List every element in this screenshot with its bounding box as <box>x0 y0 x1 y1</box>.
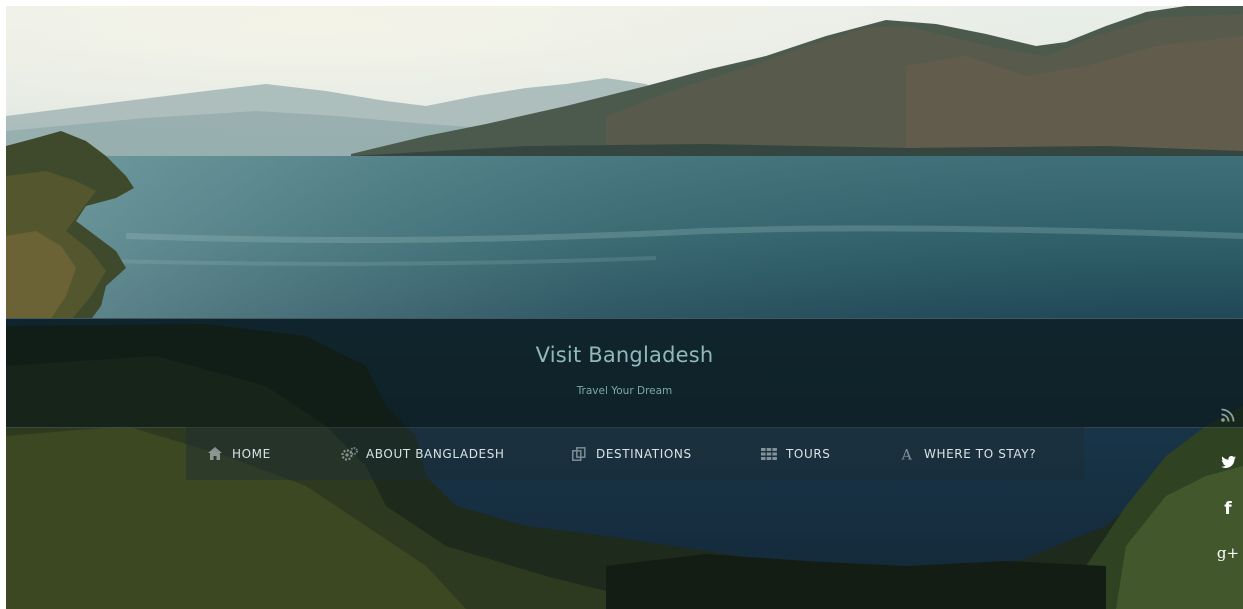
copy-icon <box>570 446 588 461</box>
nav-label-where-to-stay: WHERE TO STAY? <box>924 446 1037 461</box>
twitter-icon[interactable] <box>1217 451 1239 473</box>
google-plus-icon[interactable]: g+ <box>1217 542 1239 564</box>
nav-item-destinations[interactable]: DESTINATIONS <box>570 427 692 480</box>
home-icon <box>206 447 224 461</box>
nav-item-home[interactable]: HOME <box>206 427 271 480</box>
nav-label-destinations: DESTINATIONS <box>596 446 692 461</box>
nav-label-about-bangladesh: ABOUT BANGLADESH <box>366 446 505 461</box>
main-nav: HOME ABOUT BANGLADESH DESTINATIONS TOURS… <box>186 427 1084 480</box>
page-frame: Visit Bangladesh Travel Your Dream HOME … <box>6 6 1243 609</box>
svg-text:A: A <box>901 447 913 461</box>
site-title[interactable]: Visit Bangladesh <box>6 343 1243 367</box>
gears-icon <box>340 446 358 461</box>
font-icon: A <box>898 447 916 461</box>
background-lake-photo <box>6 6 1243 609</box>
nav-item-about-bangladesh[interactable]: ABOUT BANGLADESH <box>340 427 505 480</box>
rss-icon[interactable] <box>1217 404 1239 426</box>
grid-icon <box>760 447 778 461</box>
site-header-band: Visit Bangladesh Travel Your Dream <box>6 318 1243 428</box>
nav-item-where-to-stay[interactable]: A WHERE TO STAY? <box>898 427 1036 480</box>
nav-item-tours[interactable]: TOURS <box>760 427 831 480</box>
nav-label-tours: TOURS <box>786 446 831 461</box>
facebook-icon[interactable]: f <box>1217 498 1239 520</box>
nav-label-home: HOME <box>232 446 271 461</box>
site-tagline: Travel Your Dream <box>576 385 673 397</box>
